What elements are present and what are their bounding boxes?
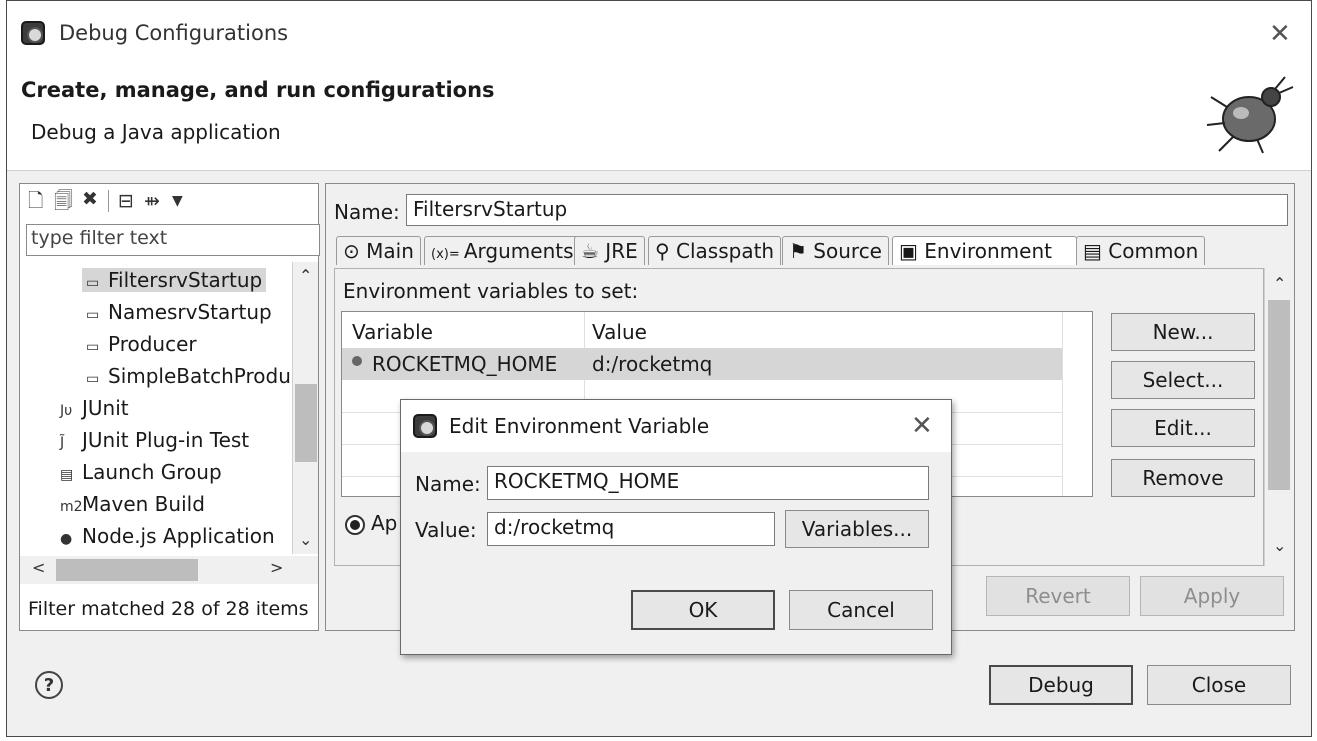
dialog-title-bar: Edit Environment Variable ✕ bbox=[401, 400, 951, 452]
dialog-value-input[interactable]: d:/rocketmq bbox=[487, 512, 775, 546]
tree-horizontal-scrollbar[interactable]: < > bbox=[20, 556, 318, 584]
tab-jre[interactable]: ☕ JRE bbox=[574, 236, 645, 265]
editor-vertical-scrollbar[interactable]: ⌃ ⌄ bbox=[1264, 268, 1292, 566]
header-subtitle: Debug a Java application bbox=[31, 120, 281, 144]
tree-item-launch-group[interactable]: ▤ Launch Group bbox=[60, 460, 222, 484]
tab-source[interactable]: ⚑ Source bbox=[782, 236, 889, 265]
tab-common[interactable]: ▤ Common bbox=[1076, 236, 1206, 265]
append-environment-radio[interactable] bbox=[345, 515, 365, 535]
eclipse-debug-icon bbox=[413, 414, 437, 438]
new-button[interactable]: New... bbox=[1111, 313, 1255, 351]
config-name-input[interactable]: FiltersrvStartup bbox=[406, 194, 1288, 226]
filter-input[interactable]: type filter text bbox=[26, 224, 320, 256]
close-icon[interactable]: ✕ bbox=[911, 413, 933, 439]
config-tree-panel: 🗋 🗐 ✖ ⊟ ⇻ ▼ type filter text ▭ FiltersrvS… bbox=[19, 183, 320, 631]
scroll-thumb[interactable] bbox=[295, 384, 317, 462]
env-variables-label: Environment variables to set: bbox=[343, 279, 639, 303]
dropdown-arrow-icon[interactable]: ▼ bbox=[172, 194, 183, 208]
tree-item-nodejs-application[interactable]: ● Node.js Application bbox=[60, 524, 275, 548]
classpath-icon: ⚲ bbox=[655, 239, 677, 263]
dialog-name-input[interactable]: ROCKETMQ_HOME bbox=[487, 466, 929, 500]
java-app-icon: ▭ bbox=[86, 371, 100, 387]
source-icon: ⚑ bbox=[789, 239, 814, 263]
edit-button[interactable]: Edit... bbox=[1111, 409, 1255, 447]
eclipse-debug-icon bbox=[21, 21, 45, 45]
tree-item-producer[interactable]: ▭ Producer bbox=[86, 332, 197, 356]
debug-button[interactable]: Debug bbox=[989, 665, 1133, 705]
tree-item-filtersrvstartup[interactable]: ▭ FiltersrvStartup bbox=[82, 268, 267, 292]
cancel-button[interactable]: Cancel bbox=[789, 590, 933, 630]
environment-icon: ▣ bbox=[899, 239, 925, 263]
duplicate-icon[interactable]: 🗐 bbox=[54, 192, 73, 211]
debug-configurations-window: Debug Configurations ✕ Create, manage, a… bbox=[6, 0, 1312, 737]
junit-icon: Jυ bbox=[60, 403, 73, 419]
java-app-icon: ▭ bbox=[86, 307, 100, 323]
title-bar: Debug Configurations ✕ bbox=[7, 1, 1311, 63]
dialog-name-label: Name: bbox=[415, 472, 481, 496]
append-environment-label: Ap bbox=[371, 511, 398, 535]
common-icon: ▤ bbox=[1083, 239, 1109, 263]
tab-main[interactable]: ⊙ Main bbox=[336, 236, 421, 265]
name-label: Name: bbox=[334, 200, 400, 224]
new-config-icon[interactable]: 🗋 bbox=[28, 192, 43, 211]
scroll-right-icon[interactable]: > bbox=[270, 560, 283, 576]
tab-arguments[interactable]: (x)= Arguments bbox=[424, 236, 581, 265]
scroll-down-icon[interactable]: ⌄ bbox=[299, 532, 312, 548]
filter-status: Filter matched 28 of 28 items bbox=[28, 598, 309, 620]
h-scroll-thumb[interactable] bbox=[56, 559, 198, 581]
window-title: Debug Configurations bbox=[59, 21, 289, 45]
header-title: Create, manage, and run configurations bbox=[21, 78, 495, 102]
column-divider-end bbox=[1062, 312, 1063, 496]
arguments-icon: (x)= bbox=[431, 247, 464, 262]
edit-environment-variable-dialog: Edit Environment Variable ✕ Name: ROCKET… bbox=[400, 399, 952, 655]
delete-icon[interactable]: ✖ bbox=[82, 190, 98, 209]
java-app-icon: ▭ bbox=[86, 339, 100, 355]
remove-button[interactable]: Remove bbox=[1111, 459, 1255, 497]
launch-group-icon: ▤ bbox=[60, 467, 74, 483]
nodejs-icon: ● bbox=[60, 531, 73, 547]
dialog-value-label: Value: bbox=[415, 518, 477, 542]
help-icon[interactable]: ? bbox=[35, 671, 63, 699]
header-area: Create, manage, and run configurations D… bbox=[7, 63, 1311, 171]
tree-item-simplebatchproducer[interactable]: ▭ SimpleBatchProdu bbox=[86, 364, 291, 388]
tree-vertical-scrollbar[interactable]: ⌃ ⌄ bbox=[292, 262, 318, 554]
column-header-value: Value bbox=[592, 320, 647, 344]
revert-button[interactable]: Revert bbox=[986, 576, 1130, 616]
scroll-up-icon[interactable]: ⌃ bbox=[1273, 276, 1286, 292]
java-app-icon: ▭ bbox=[86, 275, 100, 291]
bug-icon bbox=[1206, 76, 1294, 154]
jre-icon: ☕ bbox=[581, 239, 606, 263]
tab-classpath[interactable]: ⚲ Classpath bbox=[648, 236, 782, 265]
collapse-all-icon[interactable]: ⊟ bbox=[118, 192, 134, 211]
filter-icon[interactable]: ⇻ bbox=[144, 192, 160, 211]
scroll-down-icon[interactable]: ⌄ bbox=[1273, 538, 1286, 554]
column-header-variable: Variable bbox=[352, 320, 433, 344]
tree-item-namesrvstartup[interactable]: ▭ NamesrvStartup bbox=[86, 300, 272, 324]
tree-item-junit-plugin-test[interactable]: J̃ JUnit Plug-in Test bbox=[60, 428, 249, 452]
apply-button[interactable]: Apply bbox=[1140, 576, 1284, 616]
tree-item-maven-build[interactable]: m2Maven Build bbox=[60, 492, 205, 516]
toolbar-separator bbox=[108, 190, 109, 212]
dialog-title: Edit Environment Variable bbox=[449, 414, 710, 438]
maven-icon: m2 bbox=[60, 499, 83, 515]
close-button[interactable]: Close bbox=[1147, 665, 1291, 705]
row-variable: ROCKETMQ_HOME bbox=[372, 352, 558, 376]
scroll-thumb[interactable] bbox=[1268, 300, 1290, 490]
table-row[interactable]: ROCKETMQ_HOME d:/rocketmq bbox=[342, 348, 1062, 380]
junit-plugin-icon: J̃ bbox=[60, 435, 65, 451]
scroll-left-icon[interactable]: < bbox=[32, 560, 45, 576]
tab-environment[interactable]: ▣ Environment bbox=[892, 236, 1077, 265]
tree-item-junit[interactable]: Jυ JUnit bbox=[60, 396, 129, 420]
scroll-up-icon[interactable]: ⌃ bbox=[299, 268, 312, 284]
variables-button[interactable]: Variables... bbox=[785, 510, 929, 548]
select-button[interactable]: Select... bbox=[1111, 361, 1255, 399]
main-tab-icon: ⊙ bbox=[343, 239, 367, 263]
config-tree: ▭ FiltersrvStartup ▭ NamesrvStartup ▭ Produ… bbox=[20, 262, 292, 554]
row-value: d:/rocketmq bbox=[592, 352, 713, 376]
env-variable-icon bbox=[352, 356, 362, 366]
ok-button[interactable]: OK bbox=[631, 590, 775, 630]
close-icon[interactable]: ✕ bbox=[1269, 21, 1291, 47]
